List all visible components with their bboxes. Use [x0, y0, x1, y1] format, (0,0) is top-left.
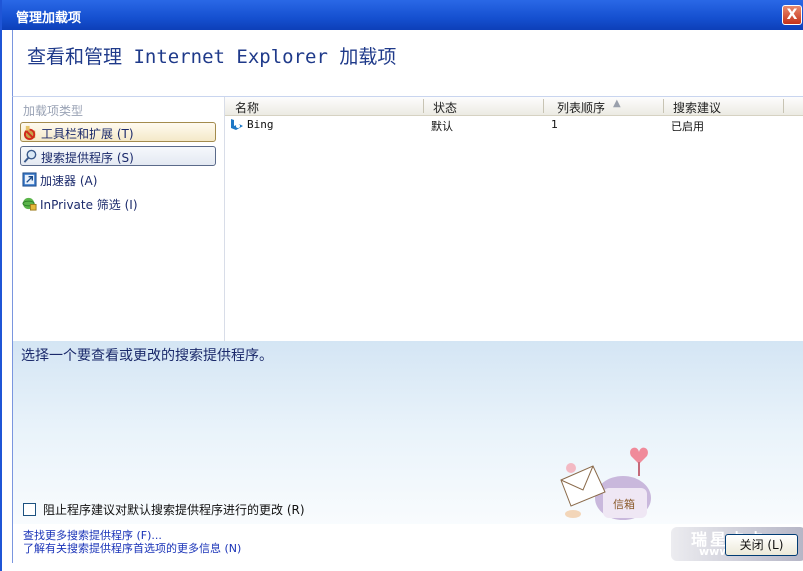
- sidebar-item-label: InPrivate 筛选 (I): [40, 198, 138, 212]
- toolbar-extensions-icon: [23, 125, 36, 140]
- column-divider[interactable]: [543, 99, 544, 113]
- column-header-name[interactable]: 名称: [235, 99, 259, 116]
- block-suggestions-checkbox[interactable]: [23, 503, 36, 516]
- sidebar-item-label: 工具栏和扩展 (T): [41, 127, 134, 141]
- mailbox-label: 信箱: [613, 497, 635, 511]
- column-divider[interactable]: [783, 99, 784, 113]
- mailbox-illustration: 信箱: [560, 447, 651, 520]
- search-icon: [23, 149, 37, 163]
- learn-more-preferences-link[interactable]: 了解有关搜索提供程序首选项的更多信息 (N): [23, 540, 241, 556]
- manage-addons-window: 管理加载项 X 查看和管理 Internet Explorer 加载项 加载项类…: [0, 0, 803, 571]
- sidebar-item-inprivate-filtering[interactable]: InPrivate 筛选 (I): [20, 194, 216, 214]
- cell-name: Bing: [247, 118, 274, 131]
- footer-bar: 查找更多搜索提供程序 (F)... 了解有关搜索提供程序首选项的更多信息 (N)…: [13, 524, 803, 563]
- close-button[interactable]: 关闭 (L): [725, 534, 798, 556]
- title-bar[interactable]: 管理加载项 X: [2, 0, 803, 30]
- accelerator-icon: [22, 172, 37, 187]
- sidebar-item-search-providers[interactable]: 搜索提供程序 (S): [20, 146, 216, 166]
- bing-icon: [231, 119, 243, 130]
- addon-types-heading: 加载项类型: [23, 104, 84, 118]
- page-title: 查看和管理 Internet Explorer 加载项: [27, 46, 397, 68]
- column-header-status[interactable]: 状态: [433, 99, 457, 116]
- table-header: 名称 状态 列表顺序 ▲ 搜索建议: [225, 97, 803, 116]
- column-divider[interactable]: [663, 99, 664, 113]
- addon-types-panel: 加载项类型 工具栏和扩展 (T) 搜索提供程序 (S) 加速器 (A) InPr…: [13, 97, 225, 342]
- cell-suggestions: 已启用: [671, 120, 704, 133]
- inprivate-icon: [22, 197, 37, 211]
- sidebar-item-accelerators[interactable]: 加速器 (A): [20, 170, 216, 190]
- details-description: 选择一个要查看或更改的搜索提供程序。: [21, 348, 273, 364]
- sidebar-item-label: 加速器 (A): [40, 174, 98, 188]
- cell-order: 1: [551, 118, 558, 131]
- window-close-button[interactable]: X: [782, 5, 802, 25]
- header-panel: 查看和管理 Internet Explorer 加载项: [12, 30, 803, 96]
- sort-ascending-icon: ▲: [613, 98, 621, 109]
- block-suggestions-label: 阻止程序建议对默认搜索提供程序进行的更改 (R): [43, 503, 305, 517]
- table-row[interactable]: Bing 默认 1 已启用: [225, 117, 803, 133]
- sidebar-item-toolbars-extensions[interactable]: 工具栏和扩展 (T): [20, 122, 216, 142]
- column-divider[interactable]: [423, 99, 424, 113]
- addons-table: 名称 状态 列表顺序 ▲ 搜索建议 Bing 默认 1 已启用: [225, 97, 803, 342]
- details-panel: 选择一个要查看或更改的搜索提供程序。 信箱 阻止程序建议对默认搜索提供程序进行的…: [12, 341, 803, 563]
- column-header-search-suggestions[interactable]: 搜索建议: [673, 99, 721, 116]
- cell-status: 默认: [431, 120, 453, 133]
- main-panel: 加载项类型 工具栏和扩展 (T) 搜索提供程序 (S) 加速器 (A) InPr…: [12, 96, 803, 342]
- sidebar-item-label: 搜索提供程序 (S): [41, 151, 134, 165]
- column-header-list-order[interactable]: 列表顺序: [557, 99, 605, 116]
- window-title: 管理加载项: [16, 11, 82, 26]
